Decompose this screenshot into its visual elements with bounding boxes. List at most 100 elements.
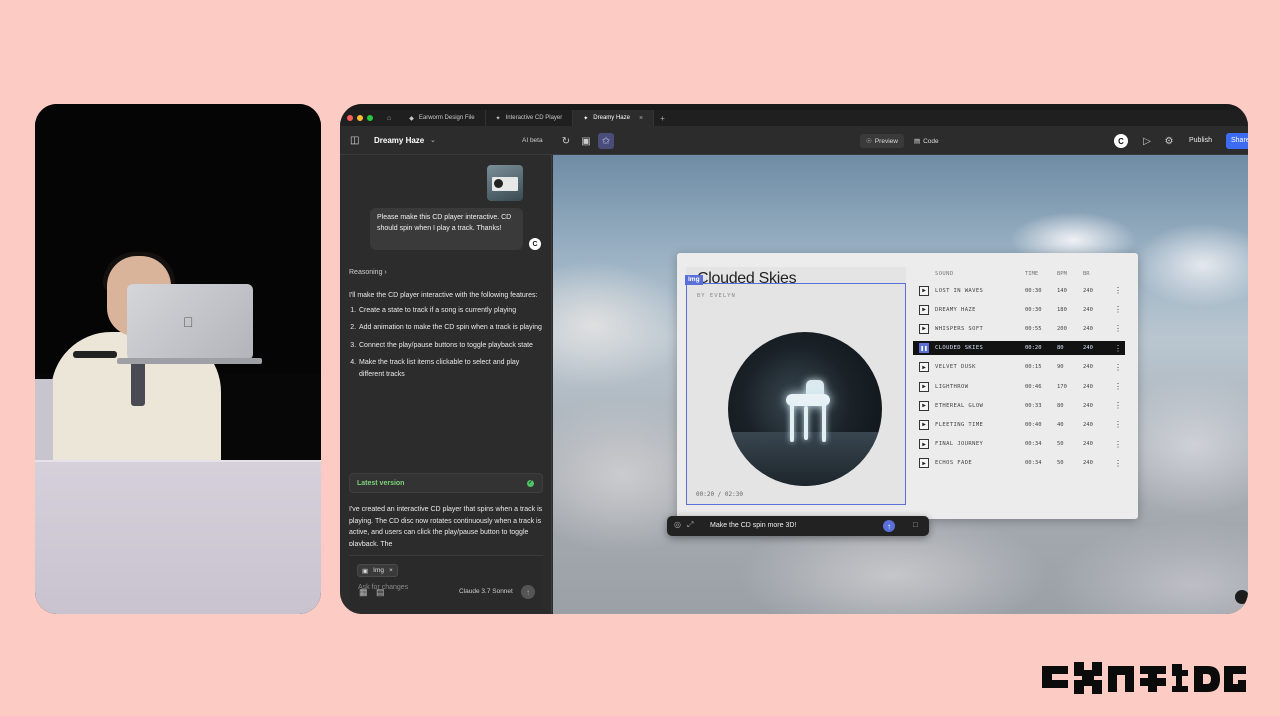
track-br: 240: [1083, 345, 1093, 352]
more-options-icon[interactable]: ⋮: [1113, 382, 1123, 391]
preview-button[interactable]: ☉ Preview: [860, 134, 904, 148]
close-window-button[interactable]: [347, 115, 353, 121]
make-file-icon: ✦: [495, 115, 501, 122]
track-row[interactable]: ▶ ECHOS FADE 00:34 50 240 ⋮: [913, 454, 1125, 473]
play-icon: ▶: [919, 304, 929, 315]
tab-dreamy-haze[interactable]: ✦ Dreamy Haze ×: [573, 110, 655, 126]
help-button[interactable]: [1235, 590, 1248, 604]
reply-step: Create a state to track if a song is cur…: [358, 305, 543, 317]
minimize-window-button[interactable]: [357, 115, 363, 121]
cursor-icon[interactable]: ◎: [674, 520, 681, 529]
track-name: ETHEREAL GLOW: [935, 402, 984, 409]
album-artist: BY EVELYN: [697, 293, 736, 299]
chevron-right-icon: ›: [384, 269, 387, 276]
attachment-chip[interactable]: ▣ Img ×: [357, 564, 398, 577]
project-title[interactable]: Dreamy Haze: [374, 136, 424, 145]
track-row[interactable]: ▶ WHISPERS SOFT 00:55 200 240 ⋮: [913, 319, 1125, 338]
user-avatar: C: [529, 238, 541, 250]
send-button[interactable]: ↑: [521, 585, 535, 599]
publish-button[interactable]: Publish: [1183, 135, 1218, 146]
submit-prompt-button[interactable]: ↑: [883, 520, 895, 532]
close-icon[interactable]: ×: [389, 567, 393, 574]
play-button[interactable]: ▶: [913, 419, 935, 430]
more-options-icon[interactable]: ⋮: [1113, 305, 1123, 314]
play-icon: ▶: [919, 458, 929, 469]
play-button[interactable]: ▶: [913, 381, 935, 392]
track-time: 00:30: [1025, 306, 1042, 313]
track-row[interactable]: ▶ VELVET DUSK 00:15 90 240 ⋮: [913, 358, 1125, 377]
device-icon[interactable]: ▣: [578, 133, 594, 149]
reply-step: Add animation to make the CD spin when a…: [358, 322, 543, 334]
more-options-icon[interactable]: ⋮: [1113, 324, 1123, 333]
latest-version-card[interactable]: Latest version ✓: [349, 473, 543, 493]
refresh-icon[interactable]: ↻: [558, 133, 574, 149]
track-bpm: 80: [1057, 402, 1064, 409]
maximize-window-button[interactable]: [367, 115, 373, 121]
track-name: FINAL JOURNEY: [935, 441, 984, 448]
new-tab-icon[interactable]: +: [660, 114, 665, 123]
apple-logo-icon: : [183, 314, 194, 330]
track-time: 00:20: [1025, 345, 1042, 352]
figma-file-icon: ◆: [409, 115, 414, 122]
play-button[interactable]: ▶: [913, 285, 935, 296]
crop-icon[interactable]: □: [913, 520, 918, 529]
play-button[interactable]: ▶: [913, 304, 935, 315]
figma-make-logo-icon[interactable]: ◫: [350, 135, 359, 146]
reasoning-toggle[interactable]: Reasoning ›: [349, 269, 387, 276]
play-button[interactable]: ▶: [913, 400, 935, 411]
model-selector[interactable]: Claude 3.7 Sonnet: [459, 588, 513, 595]
chevron-down-icon[interactable]: ⌄: [430, 136, 436, 144]
close-tab-icon[interactable]: ×: [639, 115, 643, 122]
column-time: TIME: [1025, 271, 1039, 277]
track-name: WHISPERS SOFT: [935, 325, 984, 332]
more-options-icon[interactable]: ⋮: [1113, 420, 1123, 429]
play-button[interactable]: ▶: [913, 323, 935, 334]
expand-icon[interactable]: ⤢: [687, 520, 693, 530]
track-row[interactable]: ▶ LIGHTHROW 00:46 170 240 ⋮: [913, 377, 1125, 396]
more-options-icon[interactable]: ⋮: [1113, 440, 1123, 449]
play-icon: ▶: [919, 400, 929, 411]
track-row[interactable]: ▶ FLEETING TIME 00:40 40 240 ⋮: [913, 415, 1125, 434]
chat-composer[interactable]: ▣ Img × Ask for changes: [349, 555, 543, 611]
track-row[interactable]: ▶ FINAL JOURNEY 00:34 50 240 ⋮: [913, 435, 1125, 454]
attach-icon[interactable]: ▦: [359, 587, 368, 598]
speaker-video: : [35, 104, 321, 614]
track-name: DREAMY HAZE: [935, 306, 976, 313]
play-button[interactable]: ▶: [913, 458, 935, 469]
assistant-reply: I'll make the CD player interactive with…: [349, 290, 543, 386]
play-icon[interactable]: ▷: [1139, 133, 1155, 149]
play-button[interactable]: ▶: [913, 439, 935, 450]
gear-icon[interactable]: ⚙: [1161, 133, 1177, 149]
attached-image-thumbnail[interactable]: [487, 165, 523, 201]
home-icon[interactable]: ⌂: [387, 115, 391, 122]
track-br: 240: [1083, 364, 1093, 371]
more-options-icon[interactable]: ⋮: [1113, 344, 1123, 353]
more-options-icon[interactable]: ⋮: [1113, 401, 1123, 410]
track-name: LIGHTHROW: [935, 383, 969, 390]
image-upload-icon[interactable]: ▤: [376, 587, 385, 598]
toolbar: ◫ Dreamy Haze ⌄ AI beta ↻ ▣ ✩ ☉ Preview ▤…: [340, 126, 1248, 155]
album-title: Clouded Skies: [697, 270, 797, 287]
track-row[interactable]: ▶ ETHEREAL GLOW 00:33 80 240 ⋮: [913, 396, 1125, 415]
play-button[interactable]: ▶: [913, 362, 935, 373]
track-br: 240: [1083, 383, 1093, 390]
track-time: 00:40: [1025, 421, 1042, 428]
share-button[interactable]: Share: [1226, 133, 1248, 149]
more-options-icon[interactable]: ⋮: [1113, 286, 1123, 295]
point-edit-icon[interactable]: ✩: [598, 133, 614, 149]
tab-earworm-design-file[interactable]: ◆ Earworm Design File: [399, 110, 486, 126]
tab-interactive-cd-player[interactable]: ✦ Interactive CD Player: [486, 110, 574, 126]
code-button[interactable]: ▤ Code: [908, 134, 945, 148]
track-row[interactable]: ▶ LOST IN WAVES 00:30 140 240 ⋮: [913, 281, 1125, 300]
table: [35, 462, 321, 614]
prompt-text[interactable]: Make the CD spin more 3D!: [710, 522, 796, 529]
play-icon: ▶: [919, 285, 929, 296]
track-br: 240: [1083, 402, 1093, 409]
more-options-icon[interactable]: ⋮: [1113, 363, 1123, 372]
track-row[interactable]: ▶ DREAMY HAZE 00:30 180 240 ⋮: [913, 300, 1125, 319]
play-button[interactable]: ❚❚: [913, 343, 935, 354]
track-row[interactable]: ❚❚ CLOUDED SKIES 00:20 80 240 ⋮: [913, 341, 1125, 356]
point-edit-prompt[interactable]: ◎ ⤢ Make the CD spin more 3D! ↑ □: [667, 516, 929, 536]
more-options-icon[interactable]: ⋮: [1113, 459, 1123, 468]
user-avatar[interactable]: C: [1114, 134, 1128, 148]
